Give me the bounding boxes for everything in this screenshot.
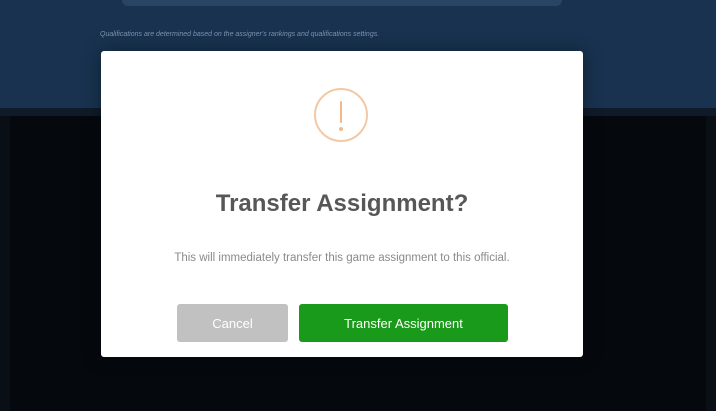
transfer-assignment-button[interactable]: Transfer Assignment — [299, 304, 508, 342]
exclamation-bar — [340, 101, 342, 123]
transfer-assignment-dialog: Transfer Assignment? This will immediate… — [101, 51, 583, 357]
cancel-button[interactable]: Cancel — [177, 304, 288, 342]
exclamation-circle-icon — [314, 88, 368, 142]
dialog-title: Transfer Assignment? — [215, 190, 469, 217]
exclamation-dot — [339, 127, 343, 131]
background-input-field — [122, 0, 562, 6]
qualifications-note: Qualifications are determined based on t… — [100, 31, 380, 38]
dialog-message: This will immediately transfer this game… — [174, 252, 510, 264]
